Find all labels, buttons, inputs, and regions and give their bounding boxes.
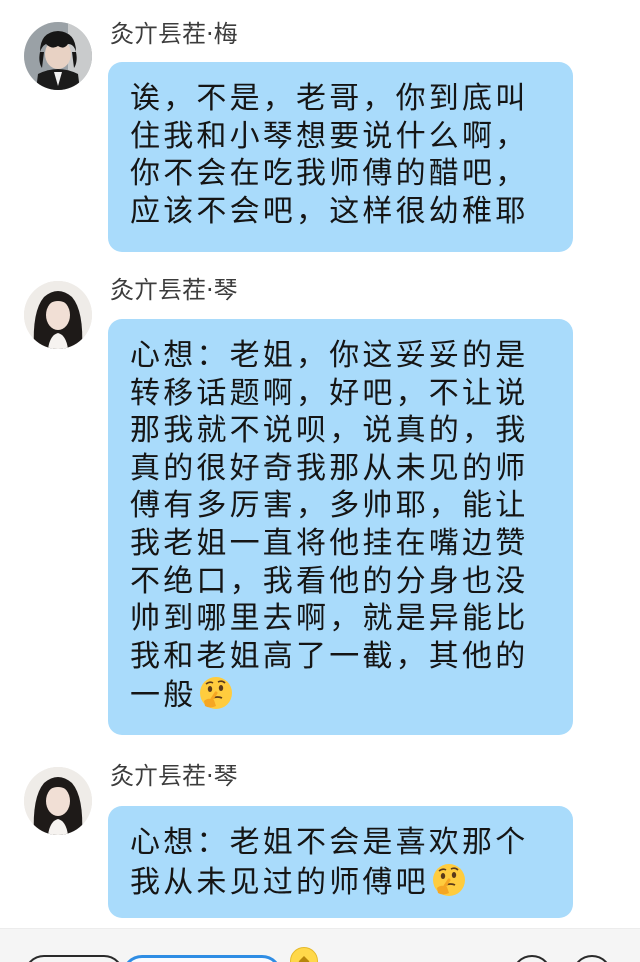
message-bubble[interactable]: 诶，不是，老哥，你到底叫住我和小琴想要说什么啊，你不会在吃我师傅的醋吧，应该不会… — [108, 62, 573, 252]
thinking-face-emoji-icon — [200, 677, 233, 710]
avatar[interactable] — [24, 281, 92, 349]
avatar[interactable] — [24, 22, 92, 90]
avatar-girl-long-hair-icon — [24, 767, 92, 835]
message-text: 诶，不是，老哥，你到底叫住我和小琴想要说什么啊，你不会在吃我师傅的醋吧，应该不会… — [130, 81, 529, 229]
message-text: 心想：老姐不会是喜欢那个我从未见过的师傅吧 — [130, 825, 529, 900]
chat-area: 灸亣镸茬·梅 诶，不是，老哥，你到底叫住我和小琴想要说什么啊，你不会在吃我师傅的… — [0, 0, 640, 961]
avatar[interactable] — [24, 767, 92, 835]
message-text: 心想：老姐，你这妥妥的是转移话题啊，好吧，不让说那我就不说呗，说真的，我真的很好… — [130, 338, 529, 714]
bottom-toolbar: ◆ — [0, 928, 640, 962]
avatar-girl-long-hair-icon — [24, 281, 92, 349]
message-bubble[interactable]: 心想：老姐不会是喜欢那个我从未见过的师傅吧 — [108, 806, 573, 918]
sender-name: 灸亣镸茬·琴 — [110, 276, 238, 304]
message-bubble[interactable]: 心想：老姐，你这妥妥的是转移话题啊，好吧，不让说那我就不说呗，说真的，我真的很好… — [108, 319, 573, 735]
thinking-face-emoji-icon — [432, 863, 465, 896]
sender-name: 灸亣镸茬·梅 — [110, 20, 238, 48]
avatar-boy-dark-hair-icon — [24, 22, 92, 90]
coin-icon[interactable]: ◆ — [290, 947, 318, 962]
sender-name: 灸亣镸茬·琴 — [110, 762, 238, 790]
